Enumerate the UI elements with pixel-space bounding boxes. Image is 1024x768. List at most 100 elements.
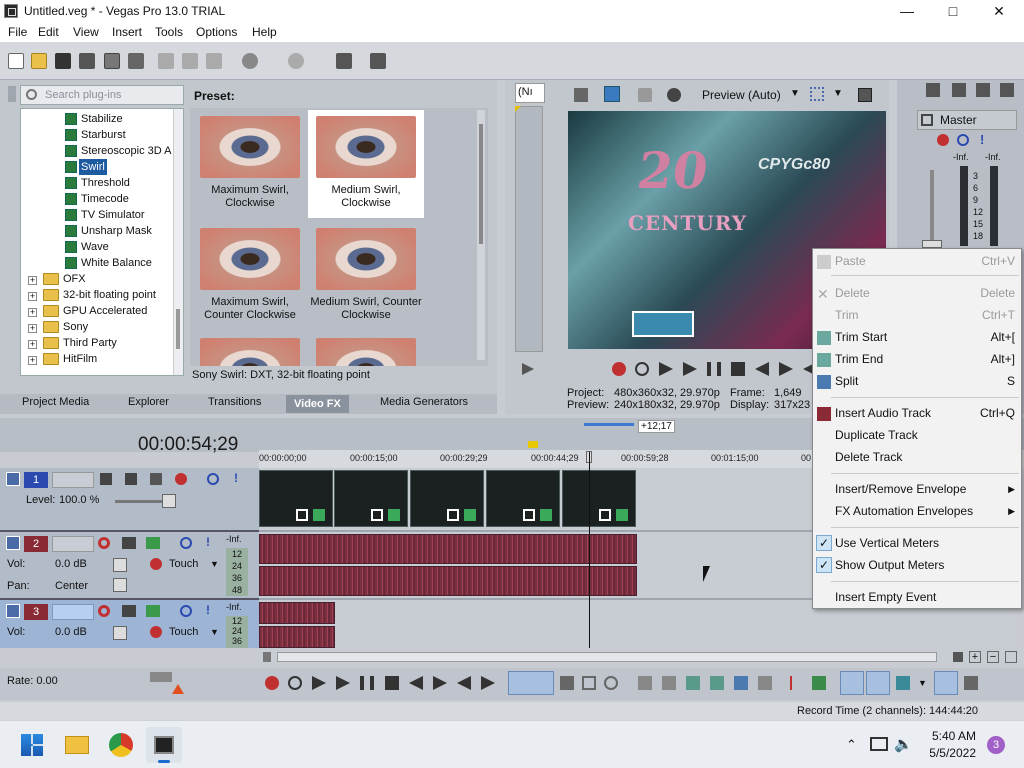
delete-icon[interactable] bbox=[638, 676, 652, 690]
loop-icon[interactable] bbox=[288, 676, 302, 690]
invert-phase-icon[interactable] bbox=[122, 537, 136, 549]
event-fx-icon[interactable] bbox=[313, 509, 325, 521]
arm-record-icon[interactable] bbox=[98, 537, 110, 549]
level-slider-handle[interactable] bbox=[162, 494, 176, 508]
zoom-out-icon[interactable]: − bbox=[987, 651, 999, 663]
track-expand-icon[interactable] bbox=[6, 604, 20, 618]
automation-gear-icon[interactable] bbox=[150, 558, 162, 570]
tree-folder-hitfilm[interactable]: HitFilm bbox=[63, 351, 97, 367]
clock-time[interactable]: 5:40 AM bbox=[926, 729, 976, 743]
eraser-icon[interactable] bbox=[336, 53, 352, 69]
meters-icon[interactable] bbox=[1000, 83, 1014, 97]
go-to-start-icon[interactable] bbox=[409, 676, 423, 690]
downmix-icon[interactable] bbox=[976, 83, 990, 97]
play-from-start-icon[interactable] bbox=[312, 676, 326, 690]
pause-icon[interactable] bbox=[707, 362, 721, 376]
track-name-field[interactable] bbox=[52, 604, 94, 620]
vegas-taskbar-button[interactable] bbox=[146, 727, 182, 763]
menu-item-fx-automation-envelopes[interactable]: FX Automation Envelopes ▶ bbox=[835, 501, 1015, 521]
menu-item-duplicate-track[interactable]: Duplicate Track bbox=[835, 425, 1015, 445]
preset-card[interactable]: Maximum Swirl, Clockwise bbox=[192, 110, 308, 218]
render-icon[interactable] bbox=[104, 53, 120, 69]
expand-icon[interactable]: + bbox=[28, 308, 37, 317]
snapping-button[interactable] bbox=[840, 671, 864, 695]
event-pan-crop-icon[interactable] bbox=[447, 509, 459, 521]
pause-icon[interactable] bbox=[360, 676, 374, 690]
zoom-tool-icon[interactable] bbox=[604, 676, 618, 690]
tree-item-threshold[interactable]: Threshold bbox=[81, 175, 130, 191]
mute-icon[interactable] bbox=[207, 473, 219, 485]
event-pan-crop-icon[interactable] bbox=[371, 509, 383, 521]
fx-icon[interactable] bbox=[638, 88, 652, 102]
tree-folder-gpu[interactable]: GPU Accelerated bbox=[63, 303, 147, 319]
audio-event-left[interactable] bbox=[259, 534, 637, 564]
expand-icon[interactable]: + bbox=[28, 292, 37, 301]
track-fx-icon[interactable] bbox=[146, 605, 160, 617]
menu-item-split[interactable]: Split S bbox=[835, 371, 1015, 391]
preview-properties-icon[interactable] bbox=[574, 88, 588, 102]
grid-overlay-icon[interactable] bbox=[810, 87, 824, 101]
minimize-button[interactable]: — bbox=[884, 0, 930, 22]
menu-insert[interactable]: Insert bbox=[112, 25, 142, 39]
scroll-thumb[interactable] bbox=[277, 652, 937, 662]
master-fx-icon[interactable] bbox=[952, 83, 966, 97]
automation-gear-icon[interactable] bbox=[150, 626, 162, 638]
marker-flag-icon[interactable] bbox=[528, 441, 538, 448]
volume-slider-handle[interactable] bbox=[113, 626, 127, 640]
ripple-edit-icon[interactable] bbox=[896, 676, 910, 690]
scroll-right-icon[interactable] bbox=[953, 652, 963, 662]
preset-card[interactable] bbox=[308, 332, 424, 366]
preset-card-selected[interactable]: Medium Swirl, Clockwise bbox=[308, 110, 424, 218]
track-expand-icon[interactable] bbox=[6, 472, 20, 486]
save-as-icon[interactable] bbox=[79, 53, 95, 69]
start-windows-icon[interactable] bbox=[21, 734, 43, 756]
scroll-thumb[interactable] bbox=[176, 309, 180, 349]
chevron-up-icon[interactable]: ⌃ bbox=[846, 737, 857, 753]
event-pan-crop-icon[interactable] bbox=[599, 509, 611, 521]
trim-start-icon[interactable] bbox=[686, 676, 700, 690]
menu-item-trim-start[interactable]: Trim Start Alt+[ bbox=[835, 327, 1015, 347]
chevron-down-icon[interactable]: ▼ bbox=[918, 678, 927, 688]
tab-transitions[interactable]: Transitions bbox=[208, 396, 261, 408]
preview-quality-dropdown[interactable]: (Nı bbox=[515, 83, 545, 103]
master-fx-gear-icon[interactable] bbox=[937, 134, 949, 146]
arm-record-icon[interactable] bbox=[98, 605, 110, 617]
go-to-end-icon[interactable] bbox=[433, 676, 447, 690]
event-fx-icon[interactable] bbox=[616, 509, 628, 521]
expand-icon[interactable]: + bbox=[28, 356, 37, 365]
chevron-down-icon[interactable]: ▼ bbox=[210, 559, 219, 569]
event-pan-crop-icon[interactable] bbox=[296, 509, 308, 521]
expand-icon[interactable]: + bbox=[28, 324, 37, 333]
play-from-start-icon[interactable] bbox=[659, 362, 673, 376]
insert-region-icon[interactable] bbox=[812, 676, 826, 690]
master-properties-icon[interactable] bbox=[926, 83, 940, 97]
loop-region-bar[interactable] bbox=[584, 423, 634, 426]
close-button[interactable]: ✕ bbox=[976, 0, 1022, 22]
split-icon[interactable] bbox=[734, 676, 748, 690]
paste-icon[interactable] bbox=[206, 53, 222, 69]
invert-phase-icon[interactable] bbox=[122, 605, 136, 617]
track-expand-icon[interactable] bbox=[6, 536, 20, 550]
menu-options[interactable]: Options bbox=[196, 25, 237, 39]
play-icon[interactable] bbox=[683, 362, 697, 376]
save-icon[interactable] bbox=[55, 53, 71, 69]
menu-item-insert-empty-event[interactable]: Insert Empty Event bbox=[835, 587, 1015, 607]
event-fx-icon[interactable] bbox=[464, 509, 476, 521]
lock-icon[interactable] bbox=[758, 676, 772, 690]
parent-motion-icon[interactable] bbox=[125, 473, 137, 485]
track-motion-icon[interactable] bbox=[150, 473, 162, 485]
audio-event-right[interactable] bbox=[259, 566, 637, 596]
clock-date[interactable]: 5/5/2022 bbox=[918, 746, 976, 760]
event-fx-icon[interactable] bbox=[388, 509, 400, 521]
mute-icon[interactable] bbox=[957, 134, 969, 146]
tree-item-white-balance[interactable]: White Balance bbox=[81, 255, 152, 271]
menu-tools[interactable]: Tools bbox=[155, 25, 183, 39]
audio-event-left[interactable] bbox=[259, 602, 335, 624]
track-name-field[interactable] bbox=[52, 472, 94, 488]
playhead-cursor[interactable] bbox=[589, 452, 590, 648]
tree-folder-third-party[interactable]: Third Party bbox=[63, 335, 117, 351]
tree-item-starburst[interactable]: Starburst bbox=[81, 127, 126, 143]
record-icon[interactable] bbox=[265, 676, 279, 690]
tab-explorer[interactable]: Explorer bbox=[128, 396, 169, 408]
solo-icon[interactable]: ! bbox=[206, 603, 210, 617]
